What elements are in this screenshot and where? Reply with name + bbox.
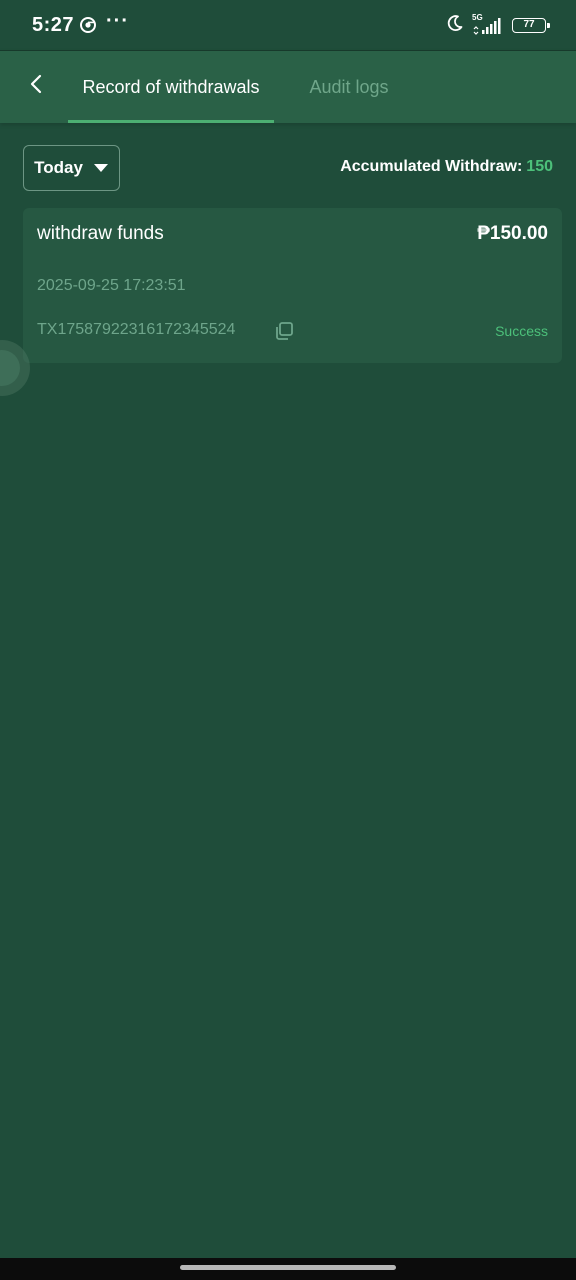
record-datetime: 2025-09-25 17:23:51 — [37, 277, 186, 294]
app-header: Record of withdrawals Audit logs — [0, 50, 576, 123]
record-amount: ₱150.00 — [477, 223, 548, 244]
copy-icon[interactable] — [273, 320, 295, 342]
transaction-id: TX17587922316172345524 — [37, 321, 236, 338]
chevron-left-icon — [29, 74, 43, 99]
status-time: 5:27 — [32, 14, 75, 36]
more-notifications-icon: ··· — [106, 10, 129, 32]
floating-handle-inner — [0, 350, 20, 386]
tab-record-of-withdrawals[interactable]: Record of withdrawals — [68, 51, 274, 123]
caret-down-icon — [93, 158, 109, 178]
battery-level: 77 — [523, 19, 535, 30]
moon-icon — [446, 14, 464, 37]
status-bar: 5:27 ··· 5G 77 — [0, 0, 576, 50]
signal-icon: 5G — [472, 13, 504, 35]
record-title: withdraw funds — [37, 223, 164, 244]
tab-audit-logs[interactable]: Audit logs — [290, 51, 408, 123]
accumulated-withdraw: Accumulated Withdraw: 150 — [340, 158, 553, 176]
accumulated-label: Accumulated Withdraw: — [340, 158, 523, 175]
back-button[interactable] — [20, 69, 52, 103]
date-range-dropdown[interactable]: Today — [23, 145, 120, 191]
status-badge: Success — [495, 323, 548, 339]
withdrawal-record-card[interactable]: withdraw funds ₱150.00 2025-09-25 17:23:… — [23, 208, 562, 363]
home-indicator[interactable] — [180, 1265, 396, 1270]
battery-icon: 77 — [512, 17, 550, 33]
system-nav-bar — [0, 1258, 576, 1280]
accumulated-value: 150 — [526, 158, 553, 175]
date-range-label: Today — [34, 158, 83, 177]
filter-row: Today Accumulated Withdraw: 150 — [0, 122, 576, 200]
status-icons: 5G 77 — [446, 13, 550, 37]
chrome-icon — [80, 17, 96, 33]
